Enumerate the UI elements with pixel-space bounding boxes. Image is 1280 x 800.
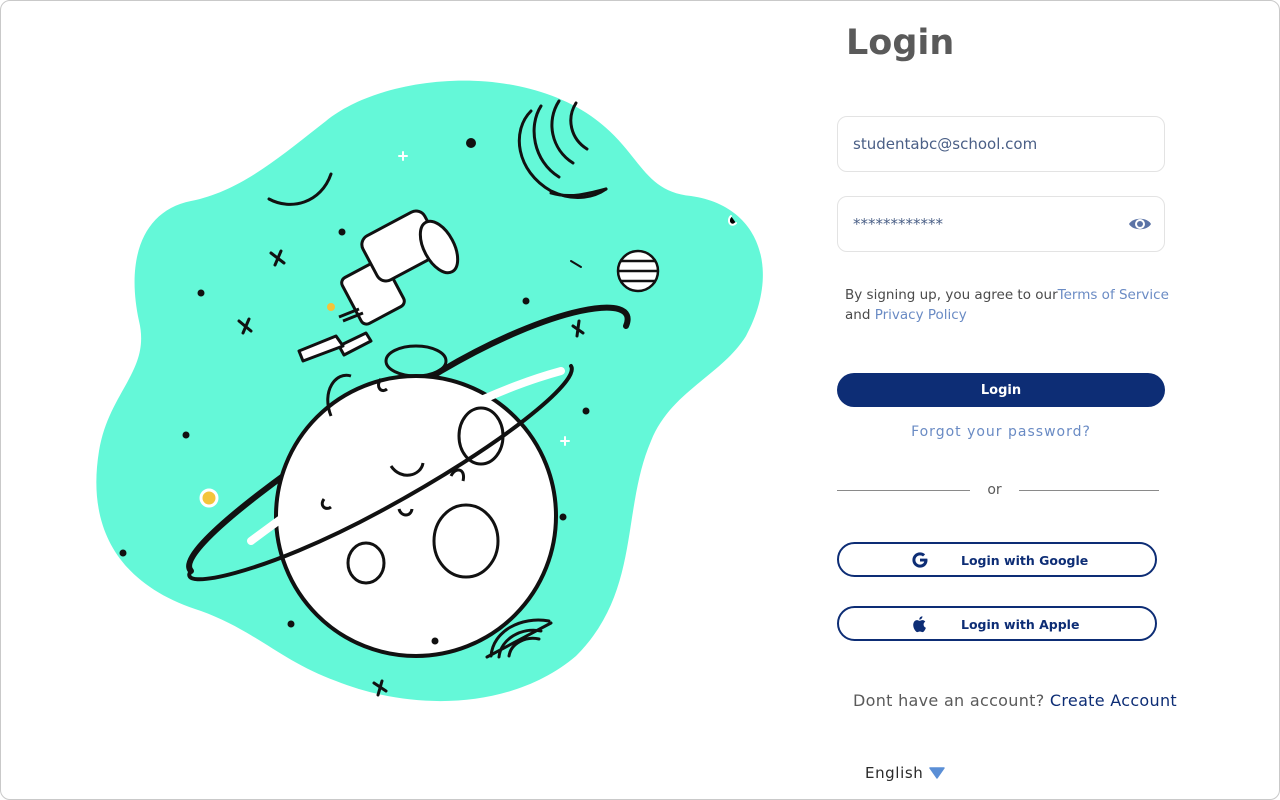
divider-or-label: or [987, 482, 1002, 498]
apple-icon [913, 616, 926, 633]
divider-right [1019, 490, 1159, 491]
divider-left [837, 490, 970, 491]
page-title: Login [846, 23, 955, 63]
google-button-label: Login with Google [961, 553, 1089, 568]
google-icon [912, 552, 928, 568]
terms-of-service-link[interactable]: Terms of Service [1058, 287, 1169, 303]
login-with-apple-button[interactable]: Login with Apple [837, 606, 1157, 641]
coin-decoration [199, 488, 219, 508]
language-selector[interactable]: English [865, 764, 946, 782]
small-planet [616, 249, 660, 293]
apple-button-label: Login with Apple [961, 617, 1080, 632]
login-page: Login By signing up, you agree to ourTer… [0, 0, 1280, 800]
eye-icon[interactable] [1128, 214, 1152, 234]
password-input[interactable] [838, 197, 1164, 251]
login-with-google-button[interactable]: Login with Google [837, 542, 1157, 577]
privacy-policy-link[interactable]: Privacy Policy [875, 307, 967, 323]
signup-prompt-text: Dont have an account? [853, 691, 1045, 710]
create-account-link[interactable]: Create Account [1050, 691, 1177, 710]
space-illustration [96, 80, 763, 702]
chevron-down-icon [929, 767, 946, 779]
login-button[interactable]: Login [837, 373, 1165, 407]
password-field[interactable] [837, 196, 1165, 252]
forgot-password-link[interactable]: Forgot your password? [837, 424, 1165, 440]
terms-and: and [845, 307, 871, 323]
signup-prompt: Dont have an account? Create Account [853, 691, 1177, 710]
email-input[interactable] [838, 117, 1164, 171]
language-label: English [865, 764, 924, 782]
terms-text: By signing up, you agree to ourTerms of … [845, 285, 1185, 325]
terms-prefix: By signing up, you agree to our [845, 287, 1058, 303]
email-field[interactable] [837, 116, 1165, 172]
